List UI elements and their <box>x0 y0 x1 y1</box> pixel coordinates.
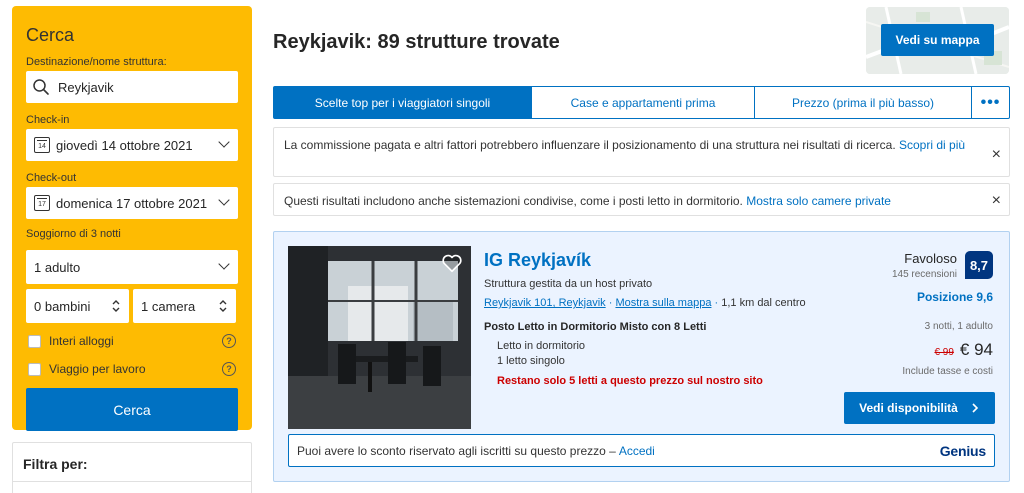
whole-homes-label: Interi alloggi <box>49 334 114 348</box>
learn-more-link[interactable]: Scopri di più <box>899 138 965 152</box>
heart-icon[interactable] <box>441 252 463 274</box>
adults-value: 1 adulto <box>34 259 81 275</box>
search-icon <box>33 79 49 95</box>
checkout-value: domenica 17 ottobre 2021 <box>56 195 208 211</box>
review-count[interactable]: 145 recensioni <box>892 269 957 280</box>
calendar-icon: 17 <box>34 195 50 211</box>
checkout-label: Check-out <box>26 172 77 184</box>
filter-title: Filtra per: <box>23 456 88 472</box>
tab-price-lowest[interactable]: Prezzo (prima il più basso) <box>755 87 972 118</box>
children-select[interactable]: 0 bambini <box>26 289 129 323</box>
search-panel: Cerca Destinazione/nome struttura: Reykj… <box>12 6 252 431</box>
property-photo[interactable] <box>288 246 471 429</box>
map-preview[interactable]: Vedi su mappa <box>866 7 1009 74</box>
work-trip-option[interactable]: Viaggio per lavoro ? <box>26 359 238 379</box>
property-name[interactable]: IG Reykjavík <box>484 250 591 271</box>
price-block: € 99 € 94 <box>934 340 993 360</box>
rooms-select[interactable]: 1 camera <box>133 289 236 323</box>
destination-label: Destinazione/nome struttura: <box>26 56 167 68</box>
stepper-icon <box>112 300 120 312</box>
location-line: Reykjavik 101, Reykjavik · Mostra sulla … <box>484 297 806 309</box>
close-icon[interactable]: × <box>992 147 1001 163</box>
tab-top-picks-solo[interactable]: Scelte top per i viaggiatori singoli <box>274 87 532 118</box>
close-icon[interactable]: × <box>992 193 1001 209</box>
host-info: Struttura gestita da un host privato <box>484 278 653 290</box>
destination-value: Reykjavik <box>58 79 114 95</box>
checkin-label: Check-in <box>26 114 70 126</box>
room-type: Letto in dormitorio <box>497 340 586 352</box>
whole-homes-option[interactable]: Interi alloggi ? <box>26 331 238 351</box>
whole-homes-checkbox[interactable] <box>28 334 41 348</box>
scarcity-message: Restano solo 5 letti a questo prezzo sul… <box>497 375 763 387</box>
distance-text: 1,1 km dal centro <box>721 297 806 309</box>
commission-notice: La commissione pagata e altri fattori po… <box>273 127 1010 177</box>
results-title: Reykjavik: 89 strutture trovate <box>273 31 560 53</box>
checkin-field[interactable]: 14 giovedì 14 ottobre 2021 <box>26 129 238 161</box>
review-score-badge[interactable]: 8,7 <box>965 251 993 279</box>
room-name: Posto Letto in Dormitorio Misto con 8 Le… <box>484 321 707 333</box>
commission-text: La commissione pagata e altri fattori po… <box>284 138 896 152</box>
genius-banner: Puoi avere lo sconto riservato agli iscr… <box>288 434 995 467</box>
work-trip-checkbox[interactable] <box>28 362 41 376</box>
review-score-word[interactable]: Favoloso <box>904 251 957 266</box>
calendar-icon: 14 <box>34 137 50 153</box>
checkin-value: giovedì 14 ottobre 2021 <box>56 137 193 153</box>
tab-homes-first[interactable]: Case e appartamenti prima <box>532 87 755 118</box>
original-price: € 99 <box>934 347 954 358</box>
chevron-right-icon <box>972 403 978 413</box>
stepper-icon <box>219 300 227 312</box>
help-icon[interactable]: ? <box>222 334 236 348</box>
taxes-note: Include tasse e costi <box>902 366 993 377</box>
shared-accommodation-notice: Questi risultati includono anche sistema… <box>273 183 1010 216</box>
private-rooms-link[interactable]: Mostra solo camere private <box>746 194 891 208</box>
shared-text: Questi risultati includono anche sistema… <box>284 194 743 208</box>
checkout-field[interactable]: 17 domenica 17 ottobre 2021 <box>26 187 238 219</box>
filter-panel: Filtra per: <box>12 442 252 493</box>
stay-length: Soggiorno di 3 notti <box>26 228 121 240</box>
stay-summary: 3 notti, 1 adulto <box>924 321 993 332</box>
more-sort-options-icon[interactable]: ••• <box>972 87 1009 118</box>
chevron-down-icon <box>218 136 230 148</box>
page: Cerca Destinazione/nome struttura: Reykj… <box>0 0 1024 493</box>
see-availability-label: Vedi disponibilità <box>859 401 958 415</box>
current-price: € 94 <box>959 340 993 359</box>
sign-in-link[interactable]: Accedi <box>619 444 655 458</box>
adults-select[interactable]: 1 adulto <box>26 250 238 284</box>
work-trip-label: Viaggio per lavoro <box>49 362 146 376</box>
show-on-map-button[interactable]: Vedi su mappa <box>881 24 994 56</box>
genius-logo: Genius <box>939 443 986 459</box>
children-value: 0 bambini <box>34 298 91 314</box>
show-on-map-link[interactable]: Mostra sulla mappa <box>615 297 711 309</box>
property-card: IG Reykjavík Struttura gestita da un hos… <box>273 231 1010 482</box>
search-title: Cerca <box>26 25 75 45</box>
help-icon[interactable]: ? <box>222 362 236 376</box>
search-button[interactable]: Cerca <box>26 388 238 431</box>
bed-info: 1 letto singolo <box>497 355 565 367</box>
divider <box>13 481 251 482</box>
location-score: Posizione 9,6 <box>916 290 993 304</box>
area-link[interactable]: Reykjavik 101, Reykjavik <box>484 297 606 309</box>
chevron-down-icon <box>218 194 230 206</box>
chevron-down-icon <box>218 258 230 270</box>
sort-tabs: Scelte top per i viaggiatori singoli Cas… <box>273 86 1010 119</box>
destination-input[interactable]: Reykjavik <box>26 71 238 103</box>
genius-text: Puoi avere lo sconto riservato agli iscr… <box>297 443 616 458</box>
see-availability-button[interactable]: Vedi disponibilità <box>844 392 995 424</box>
rooms-value: 1 camera <box>141 298 196 314</box>
